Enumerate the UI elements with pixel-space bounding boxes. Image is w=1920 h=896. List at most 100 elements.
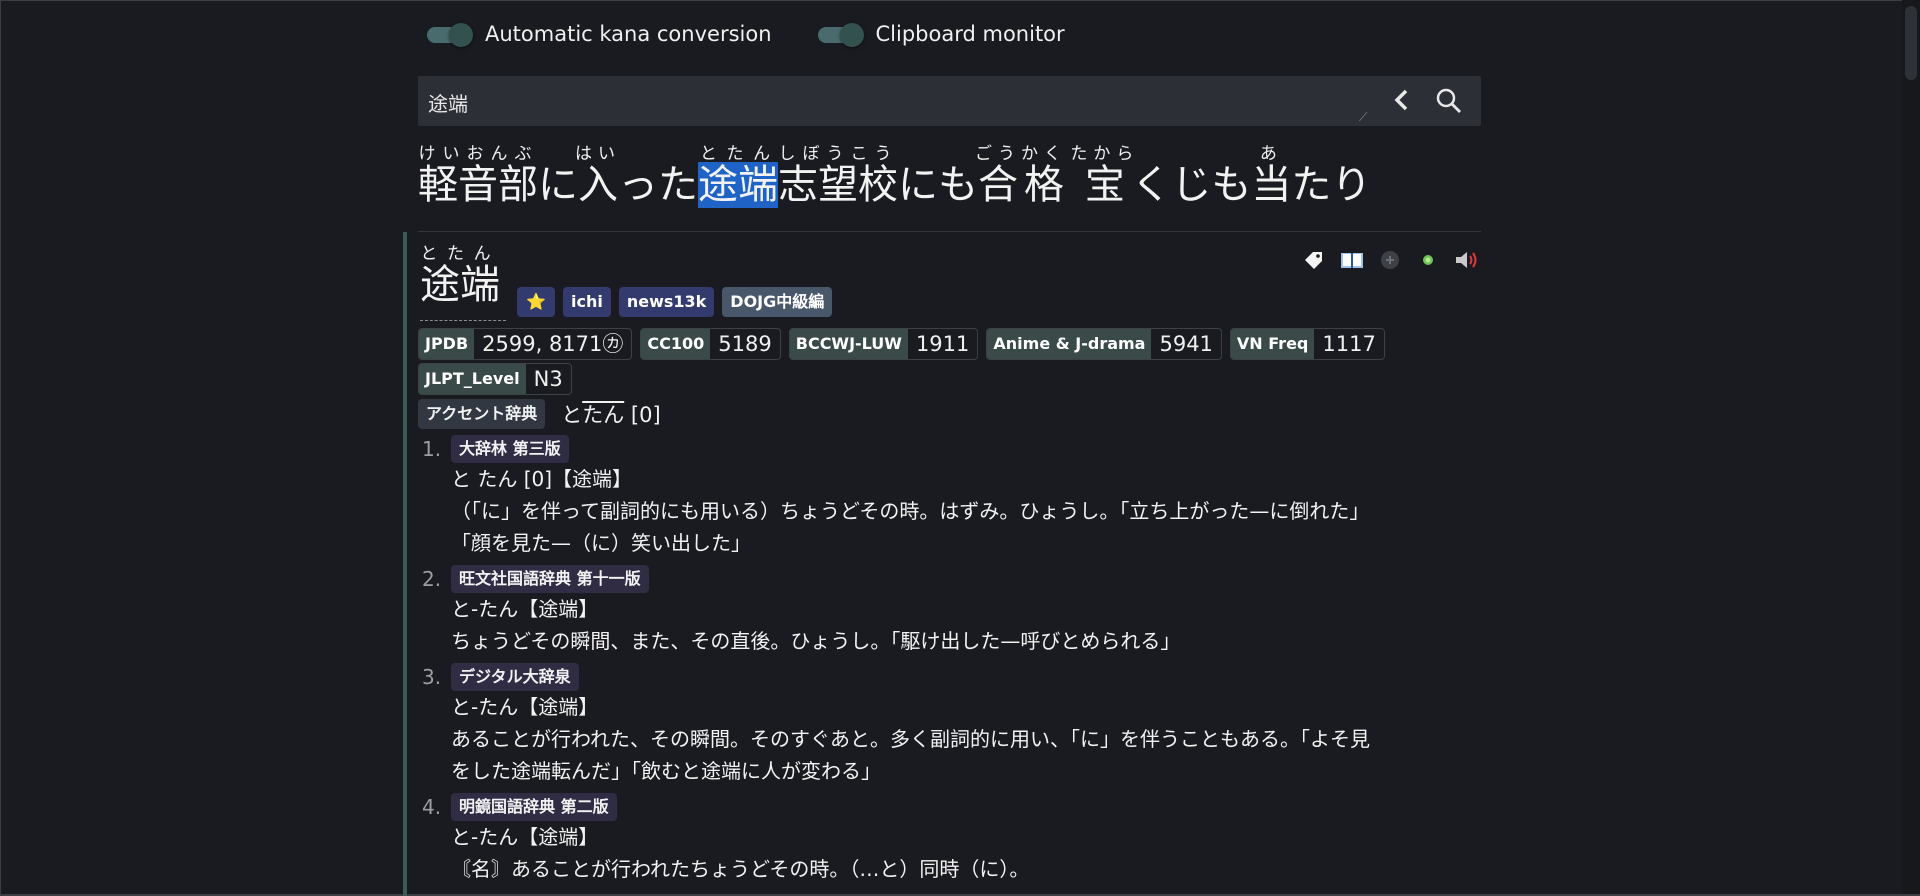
definition-text: あることが行われた、その瞬間。そのすぐあと。多く副詞的に用い、「に」を伴うことも… [451,727,1370,751]
entry-actions [1302,248,1478,272]
sentence-segment[interactable]: にも [898,162,978,208]
definition-text: と-たん【途端】 [451,825,599,849]
clipboard-monitor-toggle[interactable]: Clipboard monitor [817,22,1065,47]
entry-tag[interactable]: DOJG中級編 [722,287,833,317]
scrollbar[interactable] [1902,0,1920,896]
pitch-accent: アクセント辞典 とたん [0] [418,399,661,429]
definition-text: ちょうどその瞬間、また、その直後。ひょうし。「駆け出した—呼びとめられる」 [451,629,1181,653]
frequency-label: JPDB [419,329,475,359]
entry-tags: ⭐ ichi news13k DOJG中級編 [517,287,833,317]
sentence-segment[interactable]: 軽音部けいおんぶ [418,144,538,208]
dictionary-tag[interactable]: デジタル大辞泉 [451,663,579,691]
sentence-furigana: けいおんぶ [418,144,538,164]
definition-text: 「顔を見た—（に）笑い出した」 [451,531,751,555]
sentence-segment[interactable]: たり [1291,162,1371,208]
back-icon[interactable] [1388,86,1416,114]
source-sentence[interactable]: 軽音部けいおんぶに入はいった途端とたん志望校しぼうこうにも合格ごうかく 宝たから… [418,144,1371,224]
kana-conversion-label: Automatic kana conversion [485,22,772,46]
sentence-kanji: 合格 [975,162,1067,208]
resize-grip-icon[interactable]: ⟋ [1359,110,1367,125]
pitch-number: [0] [630,403,661,427]
definition-number: 4. [422,795,442,819]
sentence-furigana: とたん [698,144,778,164]
dictionary-book-icon[interactable] [1340,248,1364,272]
frequency-value: 2599, 8171㋕ [482,332,624,356]
frequency-value: 5941 [1159,332,1213,356]
settings-toggles: Automatic kana conversion Clipboard moni… [427,22,1065,47]
sentence-segment[interactable]: った [618,162,698,208]
sentence-segment[interactable]: 合格ごうかく [975,144,1067,208]
frequency-item[interactable]: BCCWJ-LUW 1911 [788,328,979,360]
sentence-segment[interactable]: くじも [1131,162,1251,208]
sentence-kanji: 当 [1251,162,1292,208]
dictionary-tag[interactable]: 旺文社国語辞典 第十一版 [451,565,649,593]
definition-text: と-たん【途端】 [451,695,599,719]
definition-item: 3. デジタル大辞泉 と-たん【途端】 あることが行われた、その瞬間。そのすぐあと。多… [418,663,1488,787]
jlpt-level[interactable]: JLPT_Level N3 [418,363,572,395]
definition-item: 4. 明鏡国語辞典 第二版と-たん【途端】〘名〙あることが行われたちょうどその時。… [418,793,1488,885]
scrollbar-thumb[interactable] [1905,6,1917,80]
sentence-furigana: あ [1251,144,1292,164]
entry-tag[interactable]: news13k [618,287,715,317]
headword[interactable]: 途端とたん [420,244,500,310]
definition-text: 〘名〙あることが行われたちょうどその時。（…と）同時（に）。 [451,857,1030,881]
pitch-pattern: とたん [0] [561,399,660,429]
definition-text: （「に」を伴って副詞的にも用いる）ちょうどその時。はずみ。ひょうし。「立ち上がっ… [451,499,1370,523]
definition-list: 1. 大辞林 第三版と たん [0]【途端】 （「に」を伴って副詞的にも用いる）ちょ… [418,435,1488,891]
add-note-icon[interactable] [1378,248,1402,272]
sentence-kanji: 宝 [1070,162,1140,208]
sentence-segment[interactable]: 志望校しぼうこう [778,144,898,208]
sentence-divider [418,231,1481,232]
sentence-kanji: 軽音部 [418,162,538,208]
entry-border [403,232,407,896]
frequency-item[interactable]: Anime & J-drama 5941 [986,328,1222,360]
star-tag[interactable]: ⭐ [517,287,555,317]
dictionary-tag[interactable]: 大辞林 第三版 [451,435,569,463]
sentence-kanji: 途端 [698,162,778,208]
search-input[interactable]: 途端 [428,88,468,117]
clipboard-monitor-label: Clipboard monitor [875,22,1065,46]
frequency-value: 1911 [915,332,970,356]
frequency-item[interactable]: VN Freq 1117 [1229,328,1385,360]
play-audio-icon[interactable] [1454,248,1478,272]
definition-text: をした途端転んだ」「飲むと途端に人が変わる」 [451,759,881,783]
sentence-segment[interactable]: 宝たから [1070,144,1139,208]
jlpt-row: JLPT_Level N3 [418,363,572,395]
definition-item: 2. 旺文社国語辞典 第十一版と-たん【途端】ちょうどその瞬間、また、その直後。ひ… [418,565,1488,657]
sentence-furigana: ごうかく [975,144,1067,164]
headword-reading: とたん [420,244,500,264]
definition-number: 2. [422,567,442,591]
frequency-label: Anime & J-drama [987,329,1152,359]
frequency-value: 5189 [718,332,772,356]
sentence-segment[interactable]: 当あ [1251,144,1292,208]
definition-text: と-たん【途端】 [451,597,599,621]
sentence-segment[interactable]: 入はい [575,144,621,208]
frequency-label: BCCWJ-LUW [789,329,908,359]
sentence-furigana: はい [575,144,621,164]
tag-icon[interactable] [1302,248,1326,272]
search-bar: 途端 ⟋ [418,76,1481,126]
clipboard-monitor-switch[interactable] [817,23,864,47]
pitch-dictionary-tag[interactable]: アクセント辞典 [418,399,546,429]
sentence-segment[interactable]: 途端とたん [698,144,778,208]
definition-number: 1. [422,437,442,461]
entry-tag[interactable]: ichi [563,287,611,317]
search-icon[interactable] [1434,86,1464,116]
frequency-item[interactable]: JPDB 2599, 8171㋕ [418,328,633,360]
dictionary-tag[interactable]: 明鏡国語辞典 第二版 [451,793,617,821]
frequency-label: VN Freq [1230,329,1315,359]
jlpt-label: JLPT_Level [419,364,526,394]
sentence-furigana: しぼうこう [778,144,898,164]
headword-underline [420,320,506,321]
sentence-kanji: 志望校 [778,162,898,208]
definition-text: と たん [0]【途端】 [451,467,633,491]
status-dot-icon[interactable] [1416,248,1440,272]
kana-conversion-switch[interactable] [427,23,473,47]
frequency-label: CC100 [641,329,711,359]
definition-item: 1. 大辞林 第三版と たん [0]【途端】 （「に」を伴って副詞的にも用いる）ちょ… [418,435,1488,559]
headword-expression: 途端 [420,262,500,308]
sentence-segment[interactable]: に [538,162,578,208]
pitch-low: と [561,403,583,427]
kana-conversion-toggle[interactable]: Automatic kana conversion [427,22,772,47]
frequency-item[interactable]: CC100 5189 [640,328,781,360]
